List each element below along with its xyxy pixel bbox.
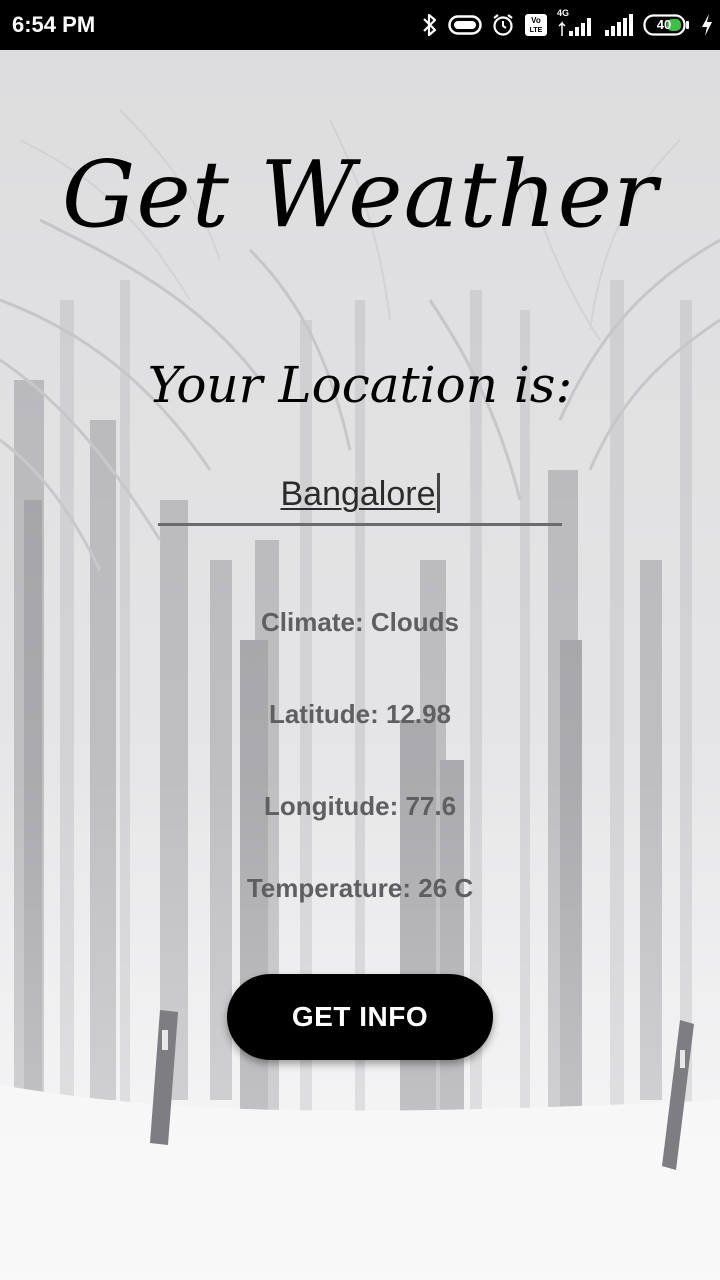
- location-input[interactable]: Bangalore: [158, 465, 562, 526]
- charging-icon: [700, 13, 714, 37]
- svg-text:LTE: LTE: [530, 27, 543, 34]
- signal-icon: [604, 13, 634, 37]
- temperature-label: Temperature: 26 C: [246, 873, 474, 903]
- text-cursor: [436, 473, 440, 513]
- location-heading: Your Location is:: [147, 356, 573, 414]
- longitude-label: Longitude: 77.6: [263, 791, 457, 821]
- app-title: Get Weather: [61, 141, 659, 248]
- climate-label: Climate: Clouds: [261, 607, 459, 637]
- battery-icon: 40: [643, 14, 691, 36]
- status-bar: 6:54 PM Vo LTE 4G 40: [0, 0, 720, 50]
- signal-4g-icon: 4G: [557, 8, 595, 38]
- weather-screen: 6:54 PM Vo LTE 4G 40 Get Weather Your Lo…: [0, 0, 720, 1280]
- location-value[interactable]: Bangalore: [280, 475, 435, 513]
- svg-text:Vo: Vo: [531, 16, 541, 25]
- status-time: 6:54 PM: [12, 12, 96, 37]
- network-type-label: 4G: [557, 8, 570, 18]
- get-info-button[interactable]: GET INFO: [227, 974, 493, 1060]
- location-value-wrap[interactable]: Bangalore: [158, 473, 562, 515]
- volte-icon: Vo LTE: [524, 13, 548, 37]
- latitude-label: Latitude: 12.98: [268, 699, 452, 729]
- battery-level: 40: [656, 17, 672, 32]
- alarm-icon: [491, 13, 515, 37]
- bluetooth-icon: [421, 12, 439, 38]
- vr-icon: [448, 14, 482, 36]
- status-icons: Vo LTE 4G 40: [421, 8, 714, 41]
